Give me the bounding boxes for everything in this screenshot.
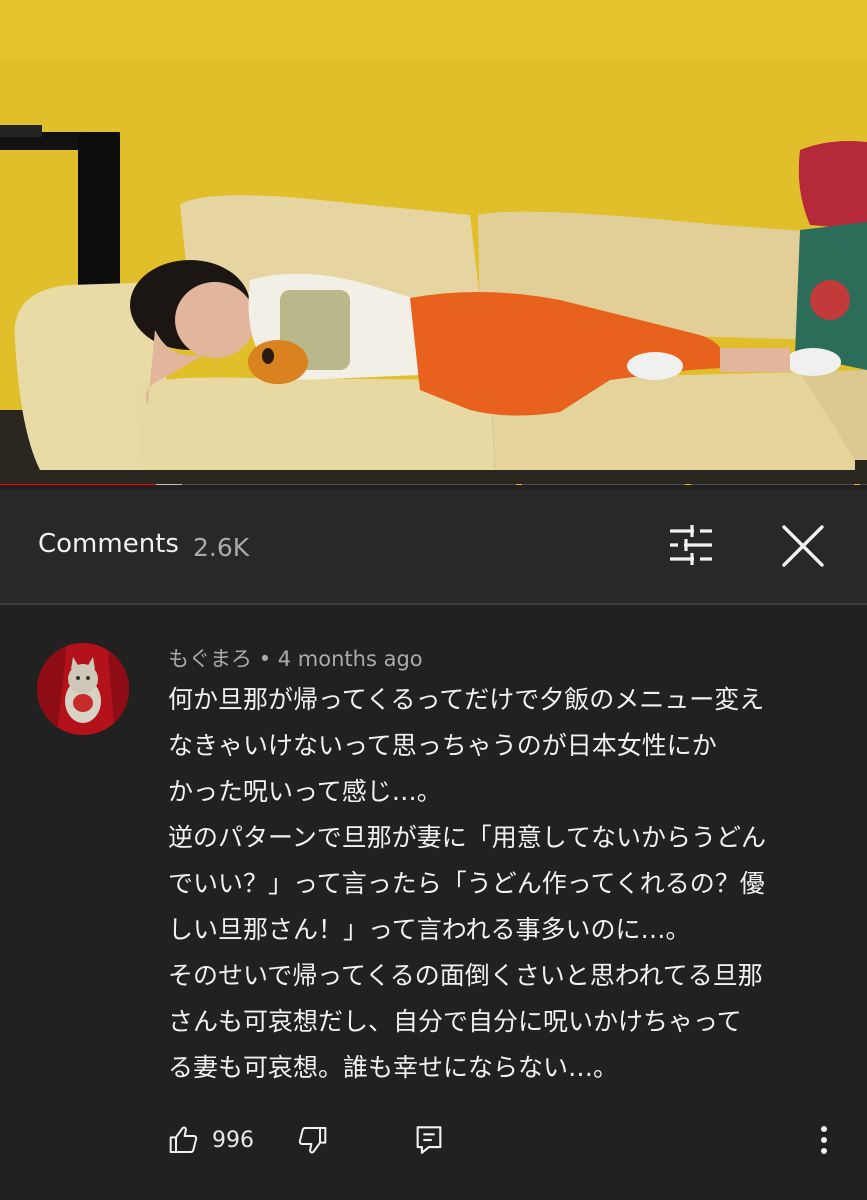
like-button[interactable]: 996	[168, 1115, 254, 1165]
comment-time: 4 months ago	[277, 647, 423, 671]
comment-meta: もぐまろ • 4 months ago	[168, 643, 423, 673]
comment-actions: 996	[0, 1115, 867, 1165]
reply-comment-icon	[416, 1126, 442, 1154]
avatar[interactable]	[37, 643, 129, 735]
comments-count: 2.6K	[193, 533, 250, 562]
comment-line: 逆のパターンで旦那が妻に「用意してないからうどん	[168, 823, 767, 852]
comment-line: そのせいで帰ってくるの面倒くさいと思われてる旦那	[168, 961, 763, 990]
comments-header: Comments 2.6K	[0, 489, 867, 603]
close-icon	[782, 525, 824, 567]
played-bar	[0, 484, 157, 485]
avatar-image	[37, 643, 129, 735]
chapter-marker	[515, 484, 522, 485]
thumbs-up-icon	[169, 1126, 198, 1153]
comment-line: でいい？」って言ったら「うどん作ってくれるの？優	[168, 869, 765, 898]
video-frame-image	[0, 0, 867, 485]
close-button[interactable]	[778, 521, 828, 571]
video-player[interactable]	[0, 0, 867, 485]
chapter-marker	[853, 484, 860, 485]
comment-line: さんも可哀想だし、自分で自分に呪いかけちゃって	[168, 1007, 742, 1036]
sort-filter-icon	[670, 525, 712, 565]
buffered-bar	[156, 484, 183, 485]
comment-line: る妻も可哀想。誰も幸せにならない…。	[168, 1053, 619, 1082]
thumbs-down-icon	[298, 1127, 327, 1154]
comment-author[interactable]: もぐまろ	[168, 647, 252, 671]
more-options-button[interactable]	[812, 1115, 836, 1165]
like-count: 996	[212, 1127, 254, 1153]
comment-item: もぐまろ • 4 months ago 何か旦那が帰ってくるってだけで夕飯のメニ…	[0, 605, 867, 1200]
comment-line: 何か旦那が帰ってくるってだけで夕飯のメニュー変え	[168, 685, 765, 714]
comment-line: しい旦那さん！」って言われる事多いのに…。	[168, 915, 691, 944]
dislike-button[interactable]	[296, 1115, 328, 1165]
more-vert-icon	[821, 1126, 827, 1154]
comment-line: なきゃいけないって思っちゃうのが日本女性にか	[168, 731, 717, 760]
reply-button[interactable]	[412, 1115, 446, 1165]
comments-title: Comments	[38, 529, 179, 559]
comment-line: かった呪いって感じ…。	[168, 777, 442, 806]
sort-filter-button[interactable]	[664, 523, 718, 567]
meta-separator: •	[258, 647, 272, 671]
chapter-marker	[684, 484, 691, 485]
comment-text: 何か旦那が帰ってくるってだけで夕飯のメニュー変え なきゃいけないって思っちゃうの…	[168, 677, 838, 1091]
video-progress-bar[interactable]	[0, 484, 867, 485]
